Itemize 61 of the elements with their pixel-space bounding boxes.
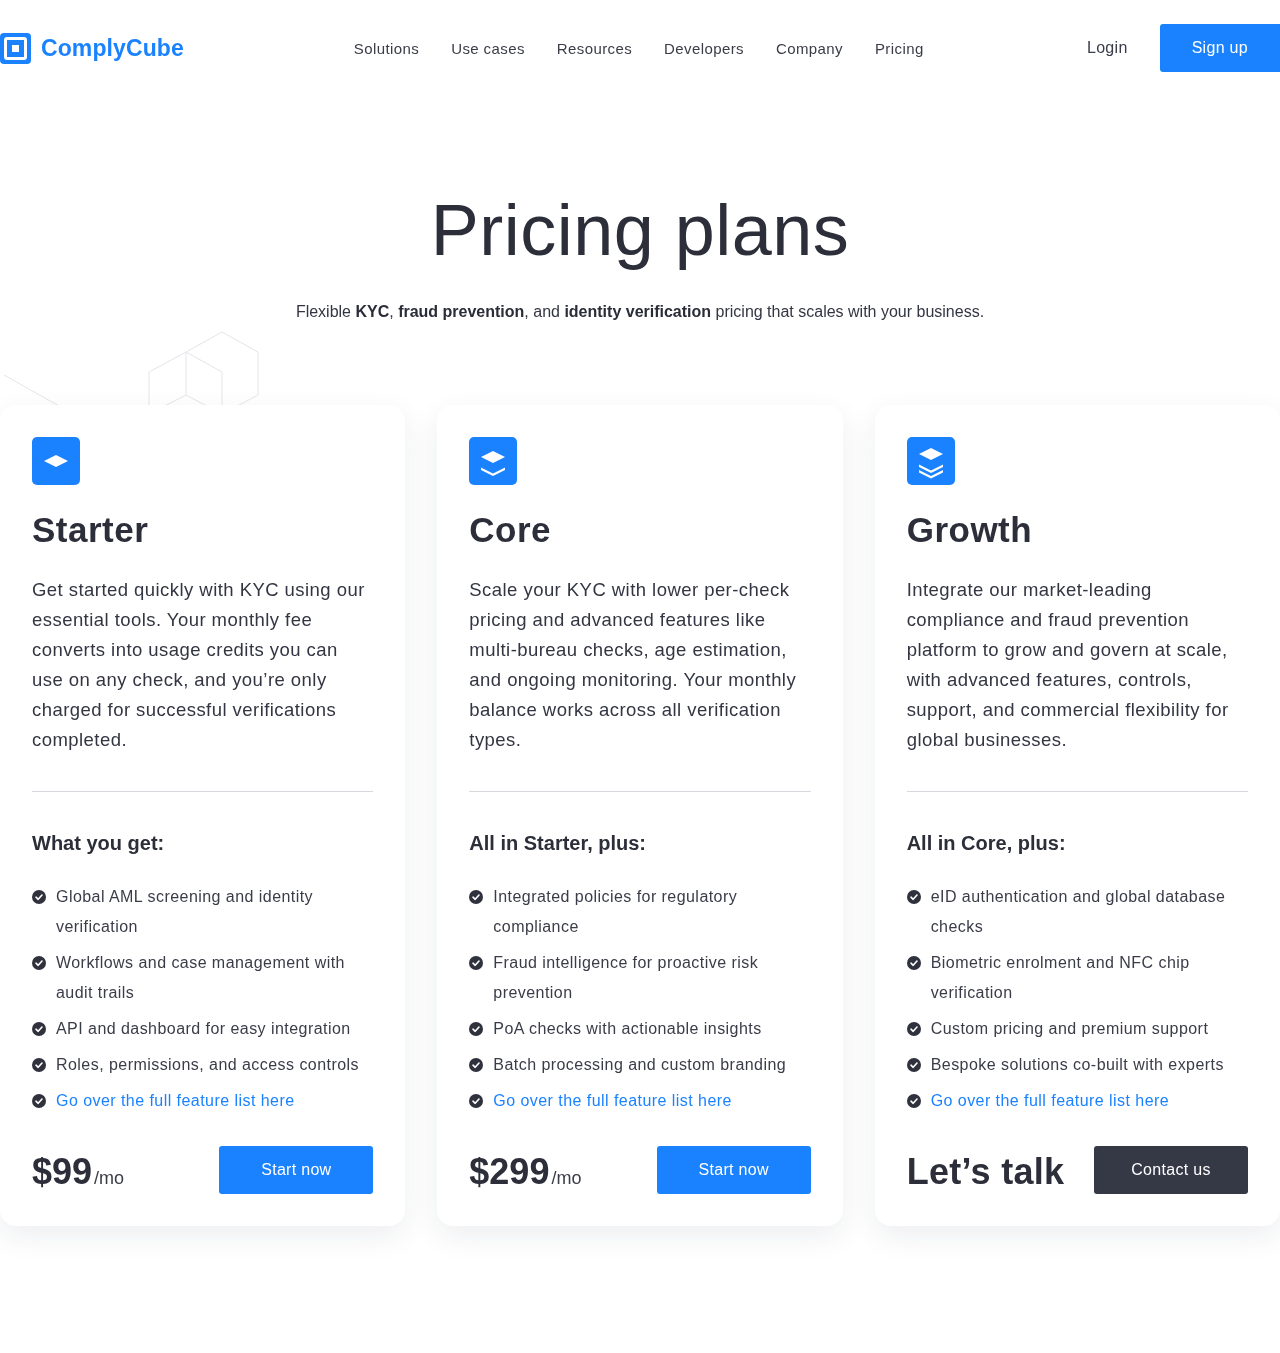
check-icon: [906, 1022, 921, 1036]
price-amount: $299: [469, 1150, 550, 1194]
check-icon: [469, 1094, 484, 1108]
feature-list-link[interactable]: Go over the full feature list here: [930, 1086, 1170, 1116]
logo[interactable]: ComplyCube: [0, 32, 184, 64]
price-amount: $99: [32, 1150, 93, 1194]
check-icon: [32, 1022, 46, 1036]
page-subtitle: Flexible KYC, fraud prevention, and identity verification pricing that scales with your business.: [295, 302, 985, 322]
plan-description: Integrate our market-leading compliance and fraud prevention platform to grow and govern at scale, with advanced features, controls, support, and commercial flexibility for global businesses.: [906, 578, 1230, 752]
check-icon: [469, 1022, 484, 1036]
check-icon: [906, 956, 921, 970]
price-unit: /mo: [551, 1168, 582, 1189]
start-button[interactable]: Start now: [656, 1146, 811, 1194]
feature-text: eID authentication and global database checks: [930, 887, 1227, 937]
plan-name: Core: [469, 509, 553, 551]
feature-text: Fraud intelligence for proactive risk prevention: [493, 953, 760, 1003]
check-icon: [32, 890, 46, 904]
feature-text: PoA checks with actionable insights: [493, 1019, 762, 1039]
check-icon: [32, 1058, 46, 1072]
feature-text: Batch processing and custom branding: [493, 1055, 787, 1075]
check-icon: [32, 1094, 46, 1108]
feature-list-link[interactable]: Go over the full feature list here: [493, 1086, 732, 1116]
page-title: Pricing plans: [430, 190, 850, 270]
feature-text: Global AML screening and identity verification: [56, 887, 315, 937]
price-text: Let’s talk: [906, 1150, 1065, 1194]
nav-link[interactable]: Pricing: [874, 39, 924, 57]
check-icon: [469, 890, 484, 904]
check-icon: [906, 1094, 921, 1108]
features-heading: All in Starter, plus:: [469, 831, 648, 856]
check-icon: [469, 1058, 484, 1072]
feature-text: Workflows and case management with audit trails: [56, 953, 346, 1003]
feature-text: Integrated policies for regulatory compliance: [493, 887, 739, 937]
login-link[interactable]: Login: [1086, 39, 1128, 57]
nav-link[interactable]: Developers: [664, 39, 744, 57]
feature-list-link[interactable]: Go over the full feature list here: [56, 1086, 295, 1116]
check-icon: [906, 1058, 921, 1072]
nav-link[interactable]: Company: [775, 39, 843, 57]
check-icon: [469, 956, 484, 970]
plan-description: Get started quickly with KYC using our essential tools. Your monthly fee converts into usage credits you can use on any check, and you’re only charged for successful verifications completed.: [32, 578, 366, 752]
plan-description: Scale your KYC with lower per-check pricing and advanced features like multi-bureau checks, age estimation, and ongoing monitoring. Your monthly balance works across all verification types.: [469, 578, 798, 752]
sign-up-button[interactable]: Sign up: [1159, 24, 1280, 72]
layers-icon: [469, 437, 518, 485]
plan-name: Growth: [906, 509, 1034, 551]
start-button[interactable]: Start now: [219, 1146, 374, 1194]
features-heading: What you get:: [32, 831, 166, 856]
feature-text: Bespoke solutions co-built with experts: [930, 1055, 1224, 1075]
feature-text: Biometric enrolment and NFC chip verification: [930, 953, 1191, 1003]
feature-text: Custom pricing and premium support: [930, 1019, 1209, 1039]
check-icon: [32, 956, 46, 970]
layers-icon: [906, 437, 955, 485]
check-icon: [906, 890, 921, 904]
price-unit: /mo: [94, 1168, 125, 1189]
nav-link[interactable]: Solutions: [353, 39, 420, 57]
plan-name: Starter: [32, 509, 150, 551]
layers-icon: [32, 437, 80, 485]
nav-link[interactable]: Resources: [556, 39, 633, 57]
nav-link[interactable]: Use cases: [451, 39, 525, 57]
contact-button[interactable]: Contact us: [1094, 1146, 1248, 1194]
feature-text: API and dashboard for easy integration: [56, 1019, 351, 1039]
features-heading: All in Core, plus:: [906, 831, 1067, 856]
feature-text: Roles, permissions, and access controls: [56, 1055, 359, 1075]
